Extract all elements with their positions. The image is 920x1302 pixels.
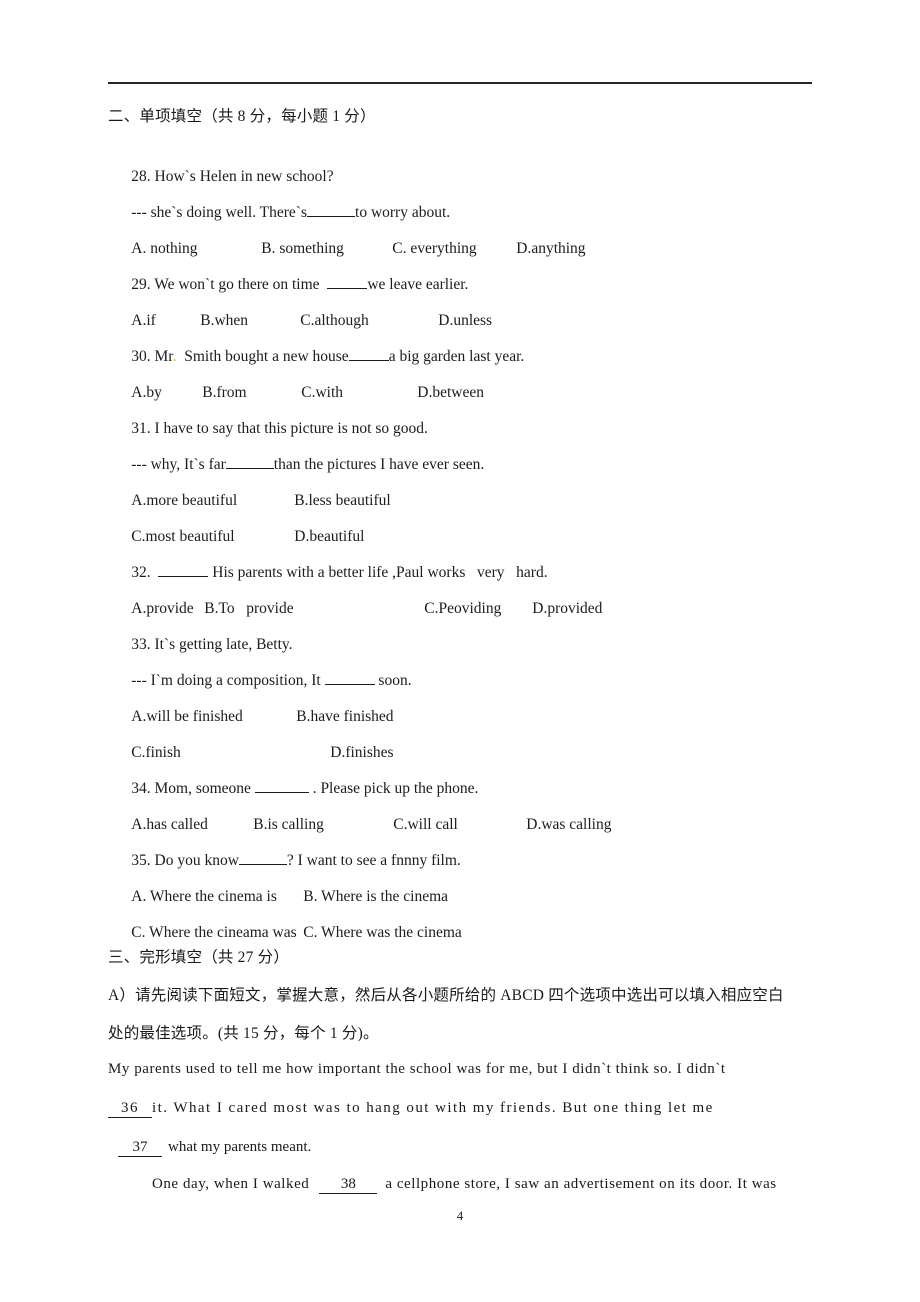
option-b[interactable]: B.To provide xyxy=(204,600,424,617)
section-three-instruction-line2: 处的最佳选项。(共 15 分，每个 1 分)。 xyxy=(108,1025,379,1042)
option-b[interactable]: B. something xyxy=(261,240,392,257)
option-d[interactable]: D.unless xyxy=(438,312,492,329)
option-a[interactable]: A.provide xyxy=(131,600,204,617)
question-28-blank xyxy=(307,215,356,217)
passage-paragraph-1-line-1: My parents used to tell me how important… xyxy=(108,1061,726,1077)
cloze-blank-36[interactable]: 36 xyxy=(108,1100,152,1118)
option-c[interactable]: C.most beautiful xyxy=(131,528,294,545)
passage-paragraph-2-line-1: One day, when I walked 38 a cellphone stor… xyxy=(152,1176,777,1194)
cloze-blank-38[interactable]: 38 xyxy=(319,1176,378,1194)
passage-paragraph-1-line-3: 37 what my parents meant. xyxy=(108,1139,812,1157)
option-a[interactable]: A.will be finished xyxy=(131,708,296,725)
page-number: 4 xyxy=(456,1208,464,1223)
document-page: 二、单项填空（共 8 分，每小题 1 分） 28. How`s Helen in… xyxy=(0,0,920,1302)
section-three-heading: 三、完形填空（共 27 分） xyxy=(108,949,290,966)
question-30-blank xyxy=(348,359,389,361)
option-b[interactable]: B. Where is the cinema xyxy=(303,888,448,905)
option-c[interactable]: C.finish xyxy=(131,744,330,761)
option-b[interactable]: B.have finished xyxy=(296,708,393,725)
option-d[interactable]: D.finishes xyxy=(330,744,393,761)
option-a[interactable]: A.has called xyxy=(131,816,253,833)
option-b[interactable]: B.is calling xyxy=(253,816,393,833)
option-c[interactable]: C. everything xyxy=(392,240,516,257)
option-a[interactable]: A.more beautiful xyxy=(131,492,294,509)
option-a[interactable]: A. Where the cinema is xyxy=(131,888,303,905)
question-35-blank xyxy=(238,863,287,865)
option-c[interactable]: C.with xyxy=(301,384,417,401)
option-b[interactable]: B.less beautiful xyxy=(294,492,390,509)
option-a[interactable]: A.if xyxy=(131,312,200,329)
question-31-blank xyxy=(225,467,274,469)
option-c1[interactable]: C. Where the cineama was xyxy=(131,924,303,941)
passage-paragraph-1-line-2: 36 it. What I cared most was to hang out … xyxy=(108,1100,812,1118)
page-header-rule xyxy=(108,82,812,84)
option-c[interactable]: C.will call xyxy=(393,816,526,833)
option-d[interactable]: D.was calling xyxy=(526,816,611,833)
question-32-blank xyxy=(158,575,209,577)
cloze-blank-37[interactable]: 37 xyxy=(118,1139,162,1157)
question-34-blank xyxy=(254,791,309,793)
section-two-heading: 二、单项填空（共 8 分，每小题 1 分） xyxy=(108,108,376,125)
option-c[interactable]: C.Peoviding xyxy=(424,600,532,617)
question-29-blank xyxy=(327,287,368,289)
option-b[interactable]: B.when xyxy=(200,312,300,329)
option-d[interactable]: D.between xyxy=(417,384,484,401)
option-a[interactable]: A.by xyxy=(131,384,202,401)
option-a[interactable]: A. nothing xyxy=(131,240,261,257)
option-c[interactable]: C.although xyxy=(300,312,438,329)
option-b[interactable]: B.from xyxy=(202,384,301,401)
section-three-instruction-line1: A）请先阅读下面短文，掌握大意，然后从各小题所给的 ABCD 四个选项中选出可以… xyxy=(108,987,784,1004)
option-d[interactable]: D.provided xyxy=(532,600,602,617)
option-d[interactable]: D.beautiful xyxy=(294,528,364,545)
option-d[interactable]: D.anything xyxy=(516,240,585,257)
option-c2[interactable]: C. Where was the cinema xyxy=(303,924,462,941)
question-33-blank xyxy=(324,683,375,685)
